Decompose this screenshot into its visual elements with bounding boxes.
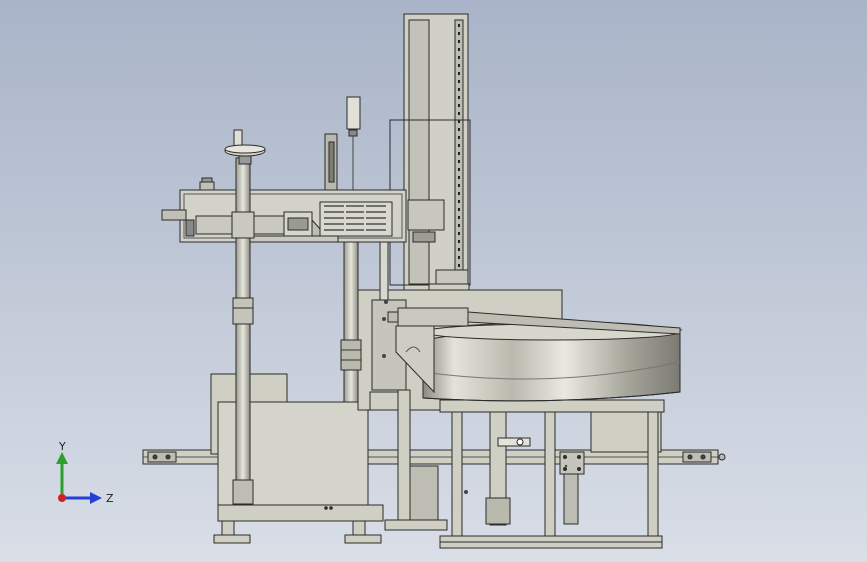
signal-light xyxy=(346,96,361,190)
machine-assembly xyxy=(142,13,726,549)
cad-viewport[interactable] xyxy=(0,0,867,562)
z-axis-arrowhead xyxy=(90,492,102,504)
lift-tower xyxy=(389,13,471,291)
coordinate-triad: Y Z xyxy=(56,440,114,505)
y-axis-label: Y xyxy=(58,440,66,453)
origin-marker xyxy=(58,494,66,502)
y-axis-arrowhead xyxy=(56,452,68,464)
arm-housing xyxy=(161,177,407,243)
z-axis-label: Z xyxy=(106,492,114,505)
feeder-bowl xyxy=(422,321,683,402)
control-panel xyxy=(324,133,338,191)
